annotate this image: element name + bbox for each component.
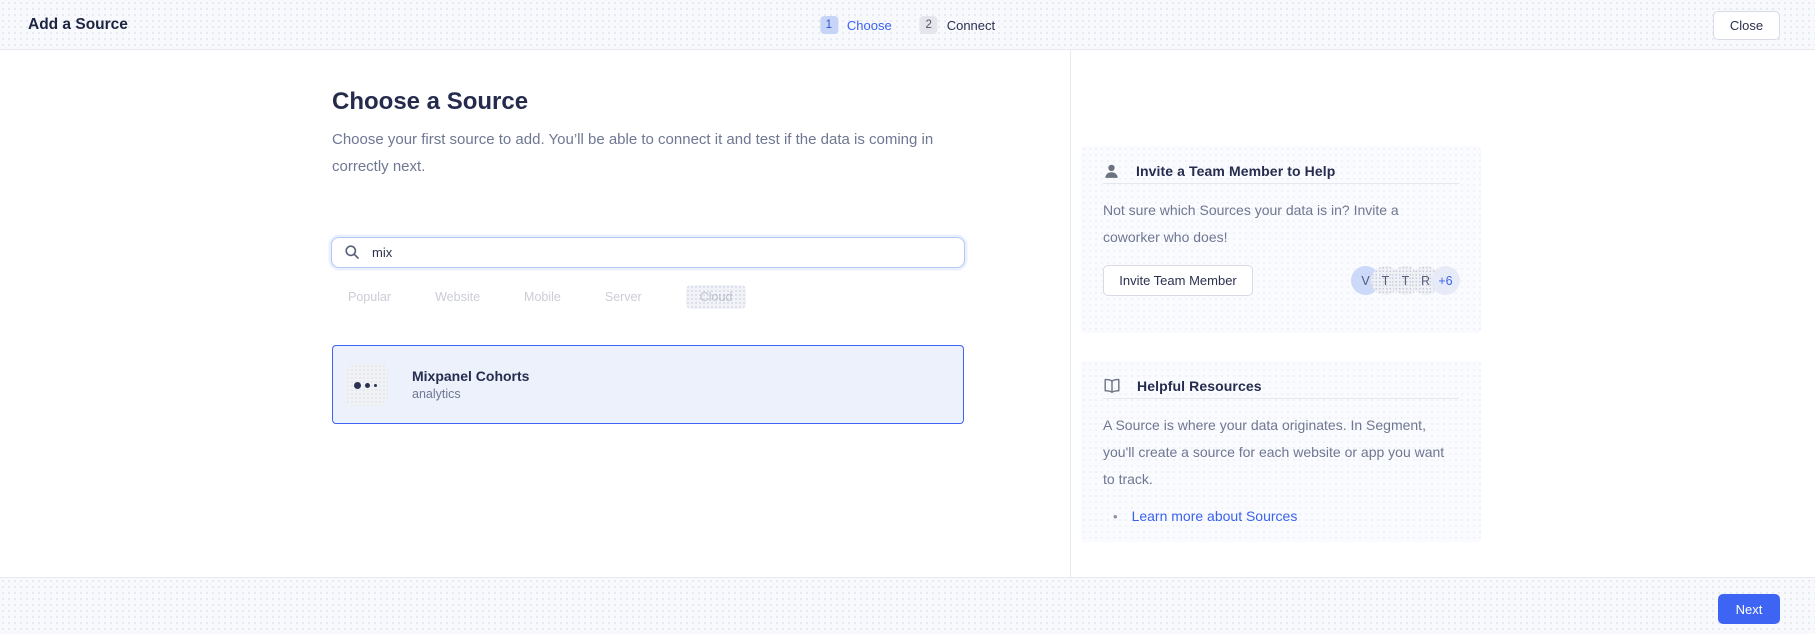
modal-header: Add a Source 1 Choose 2 Connect Close — [0, 0, 1815, 50]
tab-website[interactable]: Website — [435, 285, 480, 309]
invite-card-body: Not sure which Sources your data is in? … — [1103, 197, 1455, 251]
tab-mobile[interactable]: Mobile — [524, 285, 561, 309]
sidebar-divider — [1070, 50, 1071, 577]
helpful-resources-card: Helpful Resources A Source is where your… — [1081, 361, 1481, 542]
add-source-modal: Add a Source 1 Choose 2 Connect Close Ch… — [0, 0, 1815, 634]
next-button[interactable]: Next — [1718, 594, 1780, 624]
source-category: analytics — [412, 387, 529, 401]
search-input[interactable] — [331, 237, 965, 268]
avatar[interactable]: +6 — [1431, 266, 1460, 295]
source-result-text: Mixpanel Cohorts analytics — [412, 368, 529, 401]
close-button[interactable]: Close — [1713, 11, 1780, 40]
tab-server[interactable]: Server — [605, 285, 642, 309]
page-title: Add a Source — [28, 0, 128, 50]
invite-team-member-button[interactable]: Invite Team Member — [1103, 265, 1253, 296]
step-connect-number: 2 — [920, 16, 938, 34]
step-choose-label: Choose — [847, 18, 892, 33]
step-choose-number: 1 — [820, 16, 838, 34]
source-search — [331, 237, 965, 268]
invite-card-title: Invite a Team Member to Help — [1136, 163, 1335, 179]
main-heading: Choose a Source — [332, 88, 528, 116]
modal-footer: Next — [0, 577, 1815, 634]
tab-popular[interactable]: Popular — [348, 285, 391, 309]
step-choose[interactable]: 1 Choose — [820, 16, 892, 34]
category-tabs: Popular Website Mobile Server Cloud — [348, 283, 746, 310]
invite-row: Invite Team Member VTTR+6 — [1103, 265, 1459, 296]
search-icon — [344, 244, 360, 260]
resources-card-title: Helpful Resources — [1137, 378, 1262, 394]
resources-card-rule — [1103, 398, 1459, 399]
book-icon — [1103, 378, 1121, 394]
team-avatars[interactable]: VTTR+6 — [1351, 266, 1460, 295]
invite-team-card: Invite a Team Member to Help Not sure wh… — [1081, 146, 1481, 333]
bullet-icon: • — [1113, 509, 1118, 524]
mixpanel-logo-icon — [346, 364, 388, 406]
person-icon — [1103, 163, 1120, 180]
main-description: Choose your first source to add. You’ll … — [332, 126, 952, 180]
source-result-mixpanel-cohorts[interactable]: Mixpanel Cohorts analytics — [332, 345, 964, 424]
resources-card-header: Helpful Resources — [1103, 361, 1459, 398]
invite-card-header: Invite a Team Member to Help — [1103, 146, 1459, 183]
resources-card-body: A Source is where your data originates. … — [1103, 412, 1455, 493]
step-connect-label: Connect — [947, 18, 995, 33]
tab-cloud[interactable]: Cloud — [686, 285, 747, 309]
learn-more-sources-link[interactable]: Learn more about Sources — [1132, 508, 1298, 524]
resource-link-item: • Learn more about Sources — [1113, 508, 1459, 524]
source-name: Mixpanel Cohorts — [412, 368, 529, 384]
step-connect[interactable]: 2 Connect — [920, 16, 995, 34]
invite-card-rule — [1103, 183, 1459, 184]
resources-link-list: • Learn more about Sources — [1103, 508, 1459, 524]
wizard-stepper: 1 Choose 2 Connect — [820, 0, 995, 50]
